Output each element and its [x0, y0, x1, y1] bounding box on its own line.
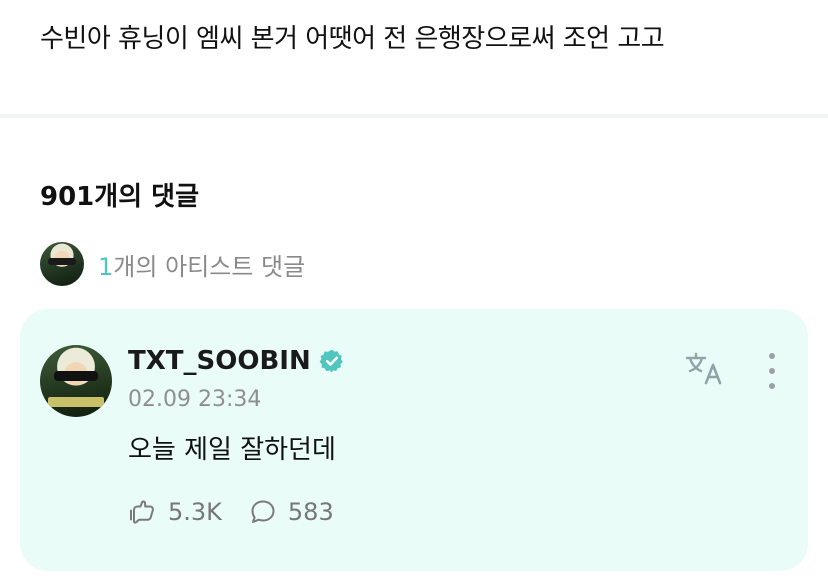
- comments-count-header: 901개의 댓글: [40, 182, 200, 212]
- translate-icon: [685, 352, 722, 385]
- commenter-avatar[interactable]: [40, 345, 112, 417]
- artist-comments-count: 1: [98, 252, 114, 281]
- more-vertical-icon: [769, 353, 775, 359]
- comment-text: 오늘 제일 잘하던데: [128, 435, 336, 465]
- more-vertical-icon: [769, 368, 775, 374]
- artist-avatar: [40, 242, 84, 286]
- verified-badge-icon: [319, 349, 343, 373]
- like-hand-icon: [130, 500, 154, 524]
- reply-button[interactable]: 583: [248, 497, 334, 527]
- reply-count: 583: [287, 498, 334, 526]
- like-button[interactable]: 5.3K: [128, 497, 222, 527]
- artist-comments-label: 1개의 아티스트 댓글: [98, 247, 305, 282]
- commenter-username-row[interactable]: TXT_SOOBIN: [128, 346, 345, 376]
- like-count: 5.3K: [168, 498, 222, 526]
- avatar-detail: [48, 397, 104, 407]
- artist-comments-row[interactable]: 1개의 아티스트 댓글: [40, 242, 305, 286]
- section-divider: [0, 114, 828, 118]
- reply-bubble-icon: [251, 500, 275, 523]
- post-text: 수빈아 휴닝이 엠씨 본거 어땟어 전 은행장으로써 조언 고고: [40, 24, 665, 54]
- more-options-button[interactable]: [760, 349, 784, 393]
- artist-comment-card: TXT_SOOBIN 02.09 23:34 오늘 제일 잘하던데 5.3K 5…: [20, 309, 808, 571]
- comment-timestamp: 02.09 23:34: [128, 387, 262, 412]
- translate-button[interactable]: [684, 349, 728, 389]
- comment-actions: 5.3K 583: [128, 497, 334, 527]
- commenter-username: TXT_SOOBIN: [128, 346, 311, 376]
- more-vertical-icon: [769, 383, 775, 389]
- artist-comments-text: 개의 아티스트 댓글: [113, 252, 306, 281]
- avatar-detail: [54, 371, 98, 381]
